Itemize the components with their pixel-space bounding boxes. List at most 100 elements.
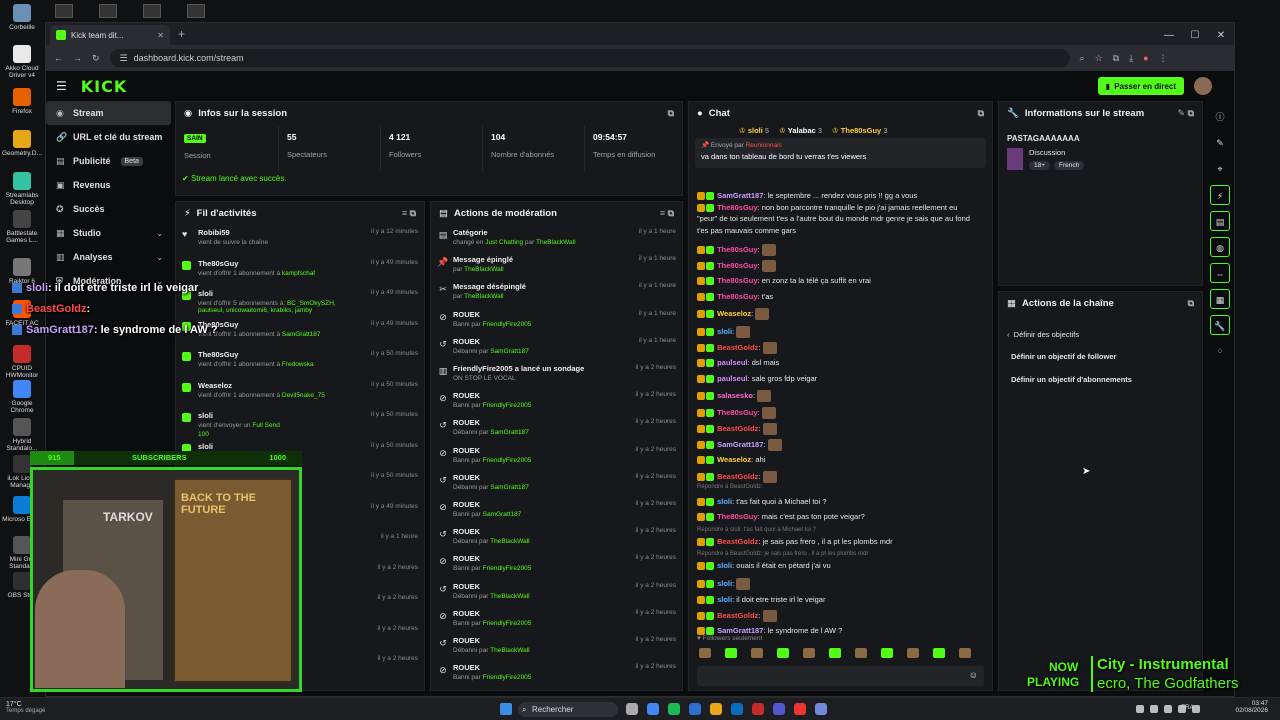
target-icon[interactable]: ⌖ [1210, 159, 1230, 179]
windows-start-icon[interactable] [500, 703, 512, 715]
chat-username[interactable]: The80sGuy [717, 245, 757, 254]
chat-username[interactable]: paulseul [717, 358, 747, 367]
emoji-icon[interactable]: ☺ [969, 670, 978, 680]
chat-message[interactable]: Weaseloz: ahi [697, 455, 986, 465]
chat-message[interactable]: The80sGuy: [697, 260, 986, 272]
chat-username[interactable]: The80sGuy [717, 292, 757, 301]
activity-row[interactable]: sloli vient d'envoyer un Full Send 100 il y… [182, 411, 418, 438]
weather-widget[interactable]: 17°C Temps dégagé [6, 701, 45, 714]
moderation-row[interactable]: ✂ Message désépinglé par TheBlackWall il y … [437, 282, 676, 309]
chat-username[interactable]: BeastGoldz [717, 343, 758, 352]
desktop-icon[interactable]: Akko Cloud Driver v4 [2, 45, 42, 80]
clock[interactable]: 03:47 02/08/2026 [1235, 700, 1268, 714]
desktop-icon[interactable]: Battlestate Games L... [2, 210, 42, 245]
chat-message[interactable]: sloli: [697, 578, 986, 590]
chat-message[interactable]: SamGratt187: [697, 439, 986, 451]
chat-username[interactable]: The80sGuy [717, 512, 757, 521]
desktop-icon[interactable]: CPUID HWMonitor [2, 345, 42, 380]
chat-username[interactable]: sloli [717, 327, 732, 336]
avatar[interactable] [1194, 77, 1212, 95]
minimize-icon[interactable]: — [1156, 30, 1182, 41]
sidebar-item[interactable]: ◉ Stream [46, 101, 171, 125]
chat-message[interactable]: salasesko: [697, 390, 986, 402]
emote-icon[interactable] [777, 648, 789, 658]
moderation-row[interactable]: ⊘ ROUEK Banni par FriendlyFire2005 il y a 2… [437, 663, 676, 690]
moderation-row[interactable]: ⊘ ROUEK Banni par FriendlyFire2005 il y a 2… [437, 391, 676, 418]
moderation-row[interactable]: ⊘ ROUEK Banni par FriendlyFire2005 il y a 2… [437, 446, 676, 473]
moderation-row[interactable]: ⊘ ROUEK Banni par FriendlyFire2005 il y a 2… [437, 609, 676, 636]
chat-username[interactable]: salasesko [717, 391, 753, 400]
taskbar-app-icon[interactable] [710, 703, 722, 715]
chat-username[interactable]: SamGratt187 [717, 626, 763, 635]
desktop-top-icon[interactable] [143, 4, 161, 18]
chat-message[interactable]: BeastGoldz: [697, 423, 986, 435]
desktop-icon[interactable]: Google Chrome [2, 380, 42, 415]
chat-username[interactable]: Weaseloz [717, 455, 751, 464]
network-icon[interactable] [1150, 705, 1158, 713]
chat-message[interactable]: sloli: t'as fait quoi à Michael toi ? [697, 497, 986, 507]
pinned-message[interactable]: 📌 Envoyé par Reunionnais va dans ton tab… [695, 138, 986, 168]
moderation-row[interactable]: ↺ ROUEK Débanni par TheBlackWall il y a 2 h… [437, 582, 676, 609]
chat-username[interactable]: sloli [717, 595, 732, 604]
taskbar-app-icon[interactable] [689, 703, 701, 715]
info-icon[interactable]: ⓘ [1210, 107, 1230, 127]
chat-message[interactable]: paulseul: sale gros fdp veigar [697, 374, 986, 384]
chat-message[interactable]: BeastGoldz: [697, 342, 986, 354]
chat-username[interactable]: SamGratt187 [717, 191, 763, 200]
pencil-icon[interactable]: ✎ [1210, 133, 1230, 153]
maximize-icon[interactable]: ☐ [1182, 30, 1208, 41]
go-live-button[interactable]: ▮ Passer en direct [1097, 77, 1184, 95]
chat-message[interactable]: sloli: ouais il était en pétard j'ai vu [697, 561, 986, 571]
chat-message[interactable]: BeastGoldz: [697, 610, 986, 622]
emote-icon[interactable] [959, 648, 971, 658]
chat-message[interactable]: BeastGoldz: je sais pas frero , il a pt … [697, 537, 986, 547]
emote-icon[interactable] [933, 648, 945, 658]
moderation-row[interactable]: ↺ ROUEK Débanni par TheBlackWall il y a 2 h… [437, 527, 676, 554]
desktop-top-icon[interactable] [99, 4, 117, 18]
wrench-icon[interactable]: 🔧 [1210, 315, 1230, 335]
taskbar-app-icon[interactable] [647, 703, 659, 715]
profile-icon[interactable]: ● [1143, 53, 1148, 63]
list-icon[interactable]: ▤ [1210, 211, 1230, 231]
chat-icon[interactable]: ◍ [1210, 237, 1230, 257]
close-tab-icon[interactable]: ✕ [157, 31, 164, 40]
emote-icon[interactable] [881, 648, 893, 658]
language-indicator[interactable]: FRA [1181, 704, 1194, 711]
chat-message[interactable]: The80sGuy: t'as [697, 292, 986, 302]
chat-username[interactable]: sloli [717, 579, 732, 588]
chat-message[interactable]: The80sGuy: en zonz ta la télé ça suffit … [697, 276, 986, 286]
chat-message[interactable]: Weaseloz: [697, 308, 986, 320]
chat-username[interactable]: The80sGuy [717, 261, 757, 270]
emote-icon[interactable] [803, 648, 815, 658]
sidebar-item[interactable]: 🔗 URL et clé du stream [46, 125, 171, 149]
moderation-row[interactable]: ▥ FriendlyFire2005 a lancé un sondage ON S… [437, 364, 676, 391]
emote-icon[interactable] [907, 648, 919, 658]
site-info-icon[interactable]: ☰ [120, 53, 128, 64]
chat-message[interactable]: The80sGuy: [697, 244, 986, 256]
chat-username[interactable]: The80sGuy [717, 408, 757, 417]
desktop-icon[interactable]: Firefox [2, 88, 42, 115]
taskbar-app-icon[interactable] [668, 703, 680, 715]
desktop-icon[interactable]: Hybrid Standalo... [2, 418, 42, 453]
chat-username[interactable]: Weaseloz [717, 309, 751, 318]
sidebar-item[interactable]: ▣ Revenus [46, 173, 171, 197]
moderation-row[interactable]: ⊘ ROUEK Banni par SamGratt187 il y a 2 heur… [437, 500, 676, 527]
popout-icon[interactable]: ⧉ [668, 108, 674, 119]
filter-icon[interactable]: ≡ ⧉ [660, 208, 674, 219]
chat-message[interactable]: SamGratt187: le syndrome de l AW ? [697, 626, 986, 636]
reload-icon[interactable]: ↻ [92, 53, 100, 64]
moderation-row[interactable]: ⊘ ROUEK Banni par FriendlyFire2005 il y a 1… [437, 310, 676, 337]
filter-icon[interactable]: ≡ ⧉ [402, 208, 416, 219]
chat-message[interactable]: The80sGuy: mais c'est pas ton pote veiga… [697, 512, 986, 522]
dots-icon[interactable]: ⁘ [1210, 341, 1230, 361]
gifter[interactable]: ♔ sloli 5 [739, 126, 769, 135]
menu-icon[interactable]: ⋮ [1159, 53, 1168, 64]
taskbar-app-icon[interactable] [773, 703, 785, 715]
download-icon[interactable]: ⤓ [1129, 53, 1133, 64]
hamburger-icon[interactable]: ☰ [56, 79, 67, 93]
chat-message[interactable]: BeastGoldz: [697, 471, 986, 483]
emote-icon[interactable] [725, 648, 737, 658]
chat-username[interactable]: BeastGoldz [717, 472, 758, 481]
bookmark-star-icon[interactable]: ☆ [1095, 53, 1103, 64]
chat-message[interactable]: "peur" de toi seulement t'es a l'autre b… [697, 214, 986, 223]
